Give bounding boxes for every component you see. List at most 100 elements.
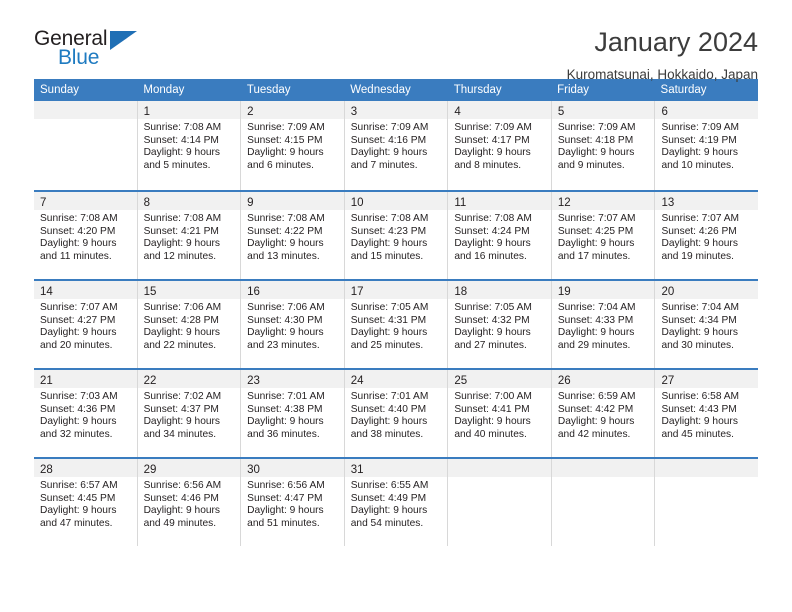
daylight-text-line1: Daylight: 9 hours <box>143 416 221 428</box>
sunrise-text: Sunrise: 7:09 AM <box>247 122 325 133</box>
sunrise-text: Sunrise: 7:01 AM <box>350 391 429 402</box>
calendar-day-cell[interactable]: 18 Sunrise: 7:05 AM Sunset: 4:32 PM Dayligh… <box>448 281 552 368</box>
sunset-text: Sunset: 4:37 PM <box>143 403 219 415</box>
calendar-day-cell[interactable]: 31 Sunrise: 6:55 AM Sunset: 4:49 PM Dayligh… <box>344 459 449 546</box>
day-number-band: 20 <box>655 281 759 299</box>
calendar-day-cell[interactable]: 24 Sunrise: 7:01 AM Sunset: 4:40 PM Dayligh… <box>344 370 449 457</box>
daylight-text-line2: and 49 minutes. <box>143 517 217 529</box>
calendar-day-cell[interactable]: 4 Sunrise: 7:09 AM Sunset: 4:17 PM Daylight… <box>448 101 552 190</box>
calendar-cell-empty <box>655 459 759 546</box>
sunset-text: Sunset: 4:24 PM <box>454 225 530 237</box>
day-number-band: 16 <box>241 281 344 299</box>
calendar-day-cell[interactable]: 8 Sunrise: 7:08 AM Sunset: 4:21 PM Daylight… <box>137 192 242 279</box>
calendar-day-cell[interactable]: 2 Sunrise: 7:09 AM Sunset: 4:15 PM Daylight… <box>241 101 345 190</box>
sunrise-text: Sunrise: 7:08 AM <box>350 213 429 224</box>
sunset-text: Sunset: 4:16 PM <box>350 134 427 146</box>
calendar-day-cell[interactable]: 27 Sunrise: 6:58 AM Sunset: 4:43 PM Dayligh… <box>655 370 759 457</box>
sunrise-text: Sunrise: 7:05 AM <box>454 302 532 313</box>
daylight-text-line2: and 34 minutes. <box>143 428 217 440</box>
day-details: Sunrise: 6:56 AM Sunset: 4:46 PM Daylight:… <box>138 477 241 530</box>
sunrise-text: Sunrise: 7:08 AM <box>40 213 118 224</box>
sunrise-text: Sunrise: 7:08 AM <box>247 213 325 224</box>
day-number: 11 <box>454 197 467 209</box>
daylight-text-line1: Daylight: 9 hours <box>247 327 324 339</box>
daylight-text-line2: and 5 minutes. <box>143 159 211 171</box>
day-number-band: 2 <box>241 101 344 119</box>
day-number-band: 21 <box>34 370 137 388</box>
day-details: Sunrise: 7:06 AM Sunset: 4:28 PM Daylight:… <box>138 299 241 352</box>
day-number: 24 <box>350 375 364 387</box>
sunset-text: Sunset: 4:36 PM <box>40 403 116 415</box>
sunrise-text: Sunrise: 7:00 AM <box>454 391 532 402</box>
calendar-day-cell[interactable]: 19 Sunrise: 7:04 AM Sunset: 4:33 PM Dayligh… <box>551 281 656 368</box>
calendar-day-cell[interactable]: 16 Sunrise: 7:06 AM Sunset: 4:30 PM Dayligh… <box>241 281 345 368</box>
calendar-day-cell[interactable]: 25 Sunrise: 7:00 AM Sunset: 4:41 PM Dayligh… <box>448 370 552 457</box>
day-number-band: 1 <box>137 101 241 119</box>
sunset-text: Sunset: 4:22 PM <box>247 225 323 237</box>
daylight-text-line2: and 19 minutes. <box>661 250 734 262</box>
sunrise-text: Sunrise: 7:07 AM <box>557 213 636 224</box>
weekday-header-wednesday: Wednesday <box>350 84 411 96</box>
calendar-day-cell[interactable]: 14 Sunrise: 7:07 AM Sunset: 4:27 PM Dayligh… <box>34 281 138 368</box>
calendar-day-cell[interactable]: 3 Sunrise: 7:09 AM Sunset: 4:16 PM Daylight… <box>344 101 449 190</box>
daylight-text-line2: and 7 minutes. <box>350 159 418 171</box>
day-details: Sunrise: 6:57 AM Sunset: 4:45 PM Daylight:… <box>34 477 137 530</box>
calendar-day-cell[interactable]: 30 Sunrise: 6:56 AM Sunset: 4:47 PM Dayligh… <box>241 459 345 546</box>
sunrise-text: Sunrise: 7:08 AM <box>143 122 222 133</box>
day-number: 22 <box>143 375 157 387</box>
day-details: Sunrise: 7:09 AM Sunset: 4:18 PM Daylight:… <box>552 119 655 172</box>
sunrise-text: Sunrise: 7:03 AM <box>40 391 118 402</box>
daylight-text-line1: Daylight: 9 hours <box>557 327 635 339</box>
sunset-text: Sunset: 4:32 PM <box>454 314 530 326</box>
day-number: 31 <box>350 464 364 476</box>
sunset-text: Sunset: 4:45 PM <box>40 492 116 504</box>
daylight-text-line2: and 12 minutes. <box>143 250 217 262</box>
daylight-text-line1: Daylight: 9 hours <box>557 147 635 159</box>
calendar-day-cell[interactable]: 29 Sunrise: 6:56 AM Sunset: 4:46 PM Dayligh… <box>137 459 242 546</box>
calendar-day-cell[interactable]: 21 Sunrise: 7:03 AM Sunset: 4:36 PM Dayligh… <box>34 370 138 457</box>
daylight-text-line2: and 17 minutes. <box>557 250 631 262</box>
calendar-day-cell[interactable]: 9 Sunrise: 7:08 AM Sunset: 4:22 PM Daylight… <box>241 192 345 279</box>
day-details: Sunrise: 7:04 AM Sunset: 4:33 PM Daylight:… <box>552 299 655 352</box>
calendar-day-cell[interactable]: 1 Sunrise: 7:08 AM Sunset: 4:14 PM Daylight… <box>137 101 242 190</box>
daylight-text-line1: Daylight: 9 hours <box>143 147 221 159</box>
day-number: 16 <box>247 286 260 298</box>
calendar-day-cell[interactable]: 12 Sunrise: 7:07 AM Sunset: 4:25 PM Dayligh… <box>551 192 656 279</box>
calendar-day-cell[interactable]: 11 Sunrise: 7:08 AM Sunset: 4:24 PM Dayligh… <box>448 192 552 279</box>
day-number: 29 <box>143 464 157 476</box>
day-number: 12 <box>557 197 571 209</box>
daylight-text-line1: Daylight: 9 hours <box>454 327 531 339</box>
calendar-day-cell[interactable]: 17 Sunrise: 7:05 AM Sunset: 4:31 PM Dayligh… <box>344 281 449 368</box>
daylight-text-line1: Daylight: 9 hours <box>40 238 117 250</box>
daylight-text-line1: Daylight: 9 hours <box>454 238 531 250</box>
calendar-day-cell[interactable]: 5 Sunrise: 7:09 AM Sunset: 4:18 PM Daylight… <box>551 101 656 190</box>
calendar-day-cell[interactable]: 23 Sunrise: 7:01 AM Sunset: 4:38 PM Dayligh… <box>241 370 345 457</box>
calendar-day-cell[interactable]: 15 Sunrise: 7:06 AM Sunset: 4:28 PM Dayligh… <box>137 281 242 368</box>
daylight-text-line1: Daylight: 9 hours <box>40 416 117 428</box>
calendar-day-cell[interactable]: 13 Sunrise: 7:07 AM Sunset: 4:26 PM Dayligh… <box>655 192 759 279</box>
calendar-day-cell[interactable]: 20 Sunrise: 7:04 AM Sunset: 4:34 PM Dayligh… <box>655 281 759 368</box>
day-number-band <box>448 459 551 477</box>
daylight-text-line2: and 11 minutes. <box>40 250 112 262</box>
sunset-text: Sunset: 4:38 PM <box>247 403 323 415</box>
calendar-day-cell[interactable]: 26 Sunrise: 6:59 AM Sunset: 4:42 PM Dayligh… <box>551 370 656 457</box>
calendar-day-cell[interactable]: 28 Sunrise: 6:57 AM Sunset: 4:45 PM Dayligh… <box>34 459 138 546</box>
day-number-band: 13 <box>655 192 759 210</box>
daylight-text-line1: Daylight: 9 hours <box>454 416 531 428</box>
daylight-text-line2: and 10 minutes. <box>661 159 734 171</box>
daylight-text-line2: and 54 minutes. <box>350 517 424 529</box>
sunrise-text: Sunrise: 6:58 AM <box>661 391 740 402</box>
day-details: Sunrise: 7:08 AM Sunset: 4:24 PM Daylight:… <box>448 210 551 263</box>
day-number: 23 <box>247 375 260 387</box>
calendar-day-cell[interactable]: 22 Sunrise: 7:02 AM Sunset: 4:37 PM Dayligh… <box>137 370 242 457</box>
daylight-text-line1: Daylight: 9 hours <box>661 416 738 428</box>
calendar-day-cell[interactable]: 6 Sunrise: 7:09 AM Sunset: 4:19 PM Daylight… <box>655 101 759 190</box>
day-number-band: 11 <box>448 192 551 210</box>
calendar-day-cell[interactable]: 10 Sunrise: 7:08 AM Sunset: 4:23 PM Dayligh… <box>344 192 449 279</box>
calendar-day-cell[interactable]: 7 Sunrise: 7:08 AM Sunset: 4:20 PM Daylight… <box>34 192 138 279</box>
day-number-band: 9 <box>241 192 344 210</box>
calendar-cell-empty <box>34 101 138 190</box>
calendar-week-row: 1 Sunrise: 7:08 AM Sunset: 4:14 PM Daylight… <box>34 101 759 190</box>
daylight-text-line2: and 9 minutes. <box>557 159 625 171</box>
sunrise-text: Sunrise: 7:04 AM <box>557 302 636 313</box>
